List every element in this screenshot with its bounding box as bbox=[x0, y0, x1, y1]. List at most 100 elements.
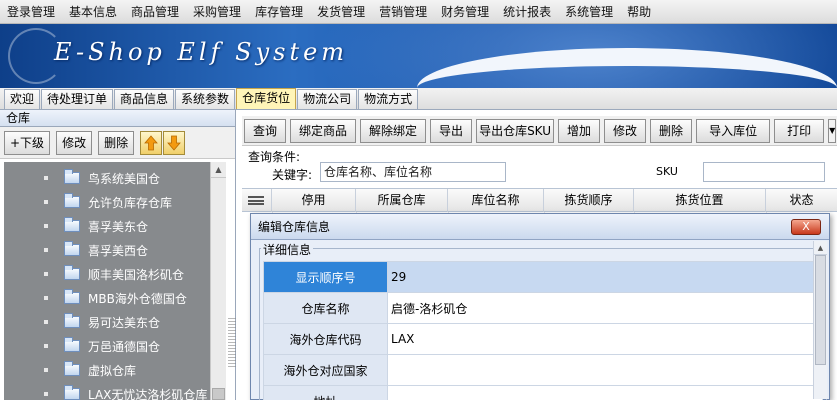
add-button[interactable]: 增加 bbox=[558, 118, 601, 143]
location-grid-header: 停用 所属仓库 库位名称 拣货顺序 拣货位置 状态 bbox=[242, 188, 837, 212]
menu-system[interactable]: 系统管理 bbox=[558, 0, 620, 24]
column-warehouse[interactable]: 所属仓库 bbox=[356, 189, 448, 212]
address-field[interactable] bbox=[387, 385, 823, 400]
query-button[interactable]: 查询 bbox=[244, 118, 287, 143]
move-up-button[interactable] bbox=[140, 130, 163, 155]
warehouse-toolbar: +下级 修改 删除 bbox=[0, 127, 235, 159]
form-row-warehouse-name[interactable]: 仓库名称 启德-洛杉矶仓 bbox=[263, 292, 823, 324]
app-banner: E-Shop Elf System bbox=[0, 24, 837, 88]
dialog-scrollbar[interactable]: ▲ bbox=[813, 241, 827, 399]
edit-warehouse-button[interactable]: 修改 bbox=[56, 130, 93, 155]
scroll-thumb[interactable] bbox=[815, 255, 826, 365]
bind-product-button[interactable]: 绑定商品 bbox=[290, 118, 357, 143]
tree-item-label: 虚拟仓库 bbox=[88, 363, 137, 378]
bullet-icon bbox=[44, 368, 48, 372]
tree-item[interactable]: 喜孚美东仓 bbox=[4, 214, 210, 238]
bullet-icon bbox=[44, 320, 48, 324]
print-button[interactable]: 打印 bbox=[774, 118, 825, 143]
menu-inventory[interactable]: 库存管理 bbox=[248, 0, 310, 24]
arrow-up-icon bbox=[144, 134, 158, 150]
tree-item[interactable]: MBB海外仓德国仓 bbox=[4, 286, 210, 310]
menu-basic-info[interactable]: 基本信息 bbox=[62, 0, 124, 24]
tree-item[interactable]: LAX无忧达洛杉矶仓库 bbox=[4, 382, 210, 400]
move-down-button[interactable] bbox=[163, 130, 186, 155]
export-warehouse-sku-button[interactable]: 导出仓库SKU bbox=[476, 118, 555, 143]
scroll-thumb[interactable] bbox=[212, 388, 225, 400]
menu-reports[interactable]: 统计报表 bbox=[496, 0, 558, 24]
delete-warehouse-button[interactable]: 删除 bbox=[98, 130, 135, 155]
export-button[interactable]: 导出 bbox=[430, 118, 473, 143]
tree-item[interactable]: 喜孚美西仓 bbox=[4, 238, 210, 262]
tree-item-label: 顺丰美国洛杉矶仓 bbox=[88, 267, 185, 282]
main-menu-bar: 登录管理 基本信息 商品管理 采购管理 库存管理 发货管理 营销管理 财务管理 … bbox=[0, 0, 837, 24]
overseas-code-field[interactable]: LAX bbox=[387, 323, 823, 355]
warehouse-panel: 仓库 +下级 修改 删除 鸟系统美国仓 允许负库存仓库 喜孚美东仓 喜孚美西仓 … bbox=[0, 110, 236, 400]
tree-item[interactable]: 万邑通德国仓 bbox=[4, 334, 210, 358]
form-row-address[interactable]: 地址 bbox=[263, 385, 823, 400]
tree-item[interactable]: 顺丰美国洛杉矶仓 bbox=[4, 262, 210, 286]
tab-warehouse-location[interactable]: 仓库货位 bbox=[236, 88, 297, 109]
warehouse-tree: 鸟系统美国仓 允许负库存仓库 喜孚美东仓 喜孚美西仓 顺丰美国洛杉矶仓 MBB海… bbox=[4, 162, 210, 400]
print-dropdown-icon[interactable]: ▼ bbox=[828, 118, 837, 143]
tree-item-label: 喜孚美东仓 bbox=[88, 219, 149, 234]
bullet-icon bbox=[44, 248, 48, 252]
column-status[interactable]: 状态 bbox=[766, 189, 837, 212]
panel-splitter[interactable] bbox=[228, 318, 236, 368]
scroll-up-icon[interactable]: ▲ bbox=[211, 162, 226, 178]
bullet-icon bbox=[44, 200, 48, 204]
tab-logistics-company[interactable]: 物流公司 bbox=[297, 89, 358, 109]
country-field[interactable] bbox=[387, 354, 823, 386]
menu-shipping[interactable]: 发货管理 bbox=[310, 0, 372, 24]
import-location-button[interactable]: 导入库位 bbox=[696, 118, 771, 143]
menu-marketing[interactable]: 营销管理 bbox=[372, 0, 434, 24]
folder-icon bbox=[64, 169, 80, 184]
keyword-input[interactable]: 仓库名称、库位名称 bbox=[320, 162, 506, 182]
column-location-name[interactable]: 库位名称 bbox=[448, 189, 544, 212]
delete-button[interactable]: 删除 bbox=[650, 118, 693, 143]
tab-system-params[interactable]: 系统参数 bbox=[175, 89, 236, 109]
tree-scrollbar[interactable]: ▲ bbox=[210, 162, 226, 400]
folder-icon bbox=[64, 289, 80, 304]
menu-product[interactable]: 商品管理 bbox=[124, 0, 186, 24]
folder-icon bbox=[64, 361, 80, 376]
add-child-button[interactable]: +下级 bbox=[4, 130, 51, 155]
tree-item[interactable]: 鸟系统美国仓 bbox=[4, 166, 210, 190]
form-row-country[interactable]: 海外仓对应国家 bbox=[263, 354, 823, 386]
scroll-up-icon[interactable]: ▲ bbox=[814, 241, 827, 255]
bullet-icon bbox=[44, 392, 48, 396]
warehouse-name-label: 仓库名称 bbox=[263, 292, 388, 324]
folder-icon bbox=[64, 385, 80, 400]
form-row-overseas-code[interactable]: 海外仓库代码 LAX bbox=[263, 323, 823, 355]
tab-product-info[interactable]: 商品信息 bbox=[114, 89, 175, 109]
query-title: 查询条件: bbox=[248, 150, 301, 164]
display-order-label: 显示顺序号 bbox=[263, 261, 388, 293]
form-row-display-order[interactable]: 显示顺序号 29 bbox=[263, 261, 823, 293]
column-menu[interactable] bbox=[242, 189, 272, 212]
folder-icon bbox=[64, 217, 80, 232]
tree-item[interactable]: 允许负库存仓库 bbox=[4, 190, 210, 214]
menu-help[interactable]: 帮助 bbox=[620, 0, 658, 24]
sku-label: SKU bbox=[656, 165, 678, 178]
sku-input[interactable] bbox=[703, 162, 825, 182]
column-disabled[interactable]: 停用 bbox=[272, 189, 356, 212]
folder-icon bbox=[64, 265, 80, 280]
tab-pending-orders[interactable]: 待处理订单 bbox=[41, 89, 114, 109]
column-pick-position[interactable]: 拣货位置 bbox=[634, 189, 766, 212]
close-icon[interactable]: X bbox=[791, 219, 821, 235]
menu-purchase[interactable]: 采购管理 bbox=[186, 0, 248, 24]
tab-logistics-method[interactable]: 物流方式 bbox=[358, 89, 419, 109]
menu-finance[interactable]: 财务管理 bbox=[434, 0, 496, 24]
location-toolbar: 查询 绑定商品 解除绑定 导出 导出仓库SKU 增加 修改 删除 导入库位 打印… bbox=[242, 116, 837, 146]
menu-login[interactable]: 登录管理 bbox=[0, 0, 62, 24]
column-pick-order[interactable]: 拣货顺序 bbox=[544, 189, 634, 212]
tree-item[interactable]: 虚拟仓库 bbox=[4, 358, 210, 382]
display-order-field[interactable]: 29 bbox=[387, 261, 823, 293]
tree-item-label: MBB海外仓德国仓 bbox=[88, 291, 187, 306]
warehouse-name-field[interactable]: 启德-洛杉矶仓 bbox=[387, 292, 823, 324]
tree-item[interactable]: 易可达美东仓 bbox=[4, 310, 210, 334]
bullet-icon bbox=[44, 296, 48, 300]
bullet-icon bbox=[44, 176, 48, 180]
edit-button[interactable]: 修改 bbox=[604, 118, 647, 143]
unbind-button[interactable]: 解除绑定 bbox=[360, 118, 427, 143]
tab-welcome[interactable]: 欢迎 bbox=[4, 89, 41, 109]
